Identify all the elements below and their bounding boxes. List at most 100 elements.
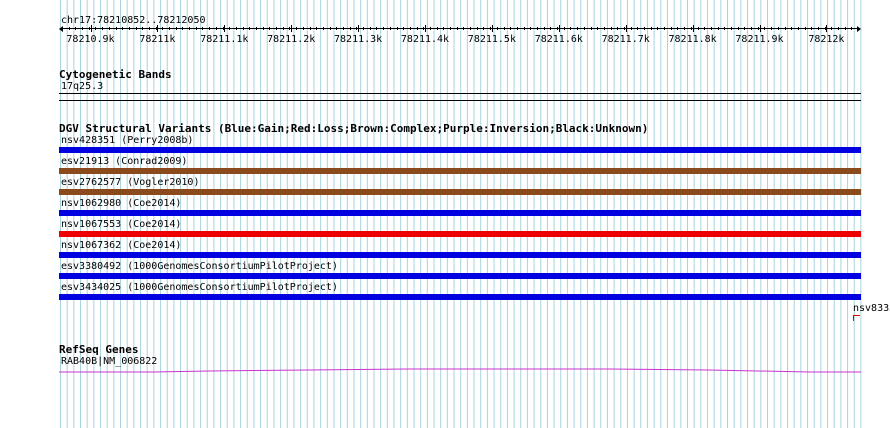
variant-bar[interactable] [59,231,861,237]
variant-bar[interactable] [59,210,861,216]
ruler-tick-label: 78212k [808,34,845,45]
ruler-minor-tick [597,27,599,30]
ruler-minor-tick [262,27,264,30]
cytoband-track-title[interactable]: Cytogenetic Bands [59,68,172,81]
variant-label[interactable]: nsv1067553 (Coe2014) [61,219,181,231]
variant-label[interactable]: esv2762577 (Vogler2010) [61,177,199,189]
ruler-minor-tick [443,27,445,30]
ruler-minor-tick [235,27,237,30]
ruler-minor-tick [496,27,498,30]
ruler-minor-tick [603,27,605,30]
ruler-minor-tick [684,27,686,30]
offscreen-variant-marker-cap [853,315,860,316]
variant-bar[interactable] [59,252,861,258]
ruler-minor-tick [122,27,124,30]
ruler-minor-tick [777,27,779,30]
variant-label[interactable]: esv21913 (Conrad2009) [61,156,187,168]
ruler-minor-tick [296,27,298,30]
ruler-minor-tick [677,27,679,30]
ruler-minor-tick [470,27,472,30]
ruler-minor-tick [249,27,251,30]
ruler-tick-label: 78210.9k [66,34,115,45]
ruler-minor-tick [811,27,813,30]
ruler-minor-tick [657,27,659,30]
ruler-minor-tick [516,27,518,30]
ruler-minor-tick [309,27,311,30]
ruler-tick-label: 78211.4k [400,34,450,45]
ruler-minor-tick [490,27,492,30]
ruler-minor-tick [704,27,706,30]
variant-label[interactable]: nsv1062980 (Coe2014) [61,198,181,210]
dgv-track-title[interactable]: DGV Structural Variants (Blue:Gain;Red:L… [59,122,648,135]
ruler-minor-tick [644,27,646,30]
ruler-minor-tick [804,27,806,30]
variant-label[interactable]: nsv1067362 (Coe2014) [61,240,181,252]
ruler-minor-tick [189,27,191,30]
variant-label[interactable]: esv3380492 (1000GenomesConsortiumPilotPr… [61,261,338,273]
ruler-minor-tick [530,27,532,30]
ruler-tick-label: 78211.8k [668,34,717,45]
ruler-minor-tick [142,27,144,30]
ruler-minor-tick [376,27,378,30]
ruler-minor-tick [731,27,732,30]
ruler-minor-tick [316,27,318,30]
ruler-minor-tick [229,27,231,30]
cytoband-upper-line[interactable] [59,93,861,94]
gene-model[interactable] [59,366,861,376]
ruler-minor-tick [617,27,619,30]
ruler-minor-tick [436,27,438,30]
ruler-minor-tick [463,27,465,30]
variant-bar[interactable] [59,273,861,279]
ruler-minor-tick [82,27,84,30]
ruler-minor-tick [108,27,110,30]
ruler-minor-tick [215,27,217,30]
ruler-minor-tick [403,27,405,30]
ruler-minor-tick [737,27,739,30]
gene-intron-line[interactable] [59,368,861,373]
ruler-minor-tick [523,27,525,30]
ruler-minor-tick [831,27,833,30]
ruler-minor-tick [510,27,512,30]
ruler-tick-label: 78211k [139,34,176,45]
refseq-track-title[interactable]: RefSeq Genes [59,343,138,356]
ruler-minor-tick [356,27,358,30]
ruler-minor-tick [222,27,224,30]
variant-bar[interactable] [59,294,861,300]
ruler-minor-tick [175,27,177,30]
ruler-minor-tick [650,27,652,30]
ruler-minor-tick [844,27,846,30]
ruler-minor-tick [637,27,639,30]
ruler-minor-tick [583,27,585,30]
cytoband-lower-line[interactable] [59,100,861,101]
ruler-minor-tick [717,27,719,30]
ruler-minor-tick [269,27,271,30]
variant-bar[interactable] [59,168,861,174]
variant-bar[interactable] [59,147,861,153]
variant-bar[interactable] [59,189,861,195]
ruler-tick [558,25,560,32]
ruler-minor-tick [409,27,411,30]
ruler-minor-tick [62,27,63,30]
ruler-minor-tick [322,27,324,30]
ruler-minor-tick [670,27,672,30]
ruler-minor-tick [389,27,391,30]
ruler-minor-tick [349,27,351,30]
ruler-minor-tick [577,27,579,30]
ruler-minor-tick [276,27,278,30]
offscreen-variant-label[interactable]: nsv8335 [853,303,890,315]
variant-label[interactable]: nsv428351 (Perry2008b) [61,135,193,147]
ruler-minor-tick [623,27,625,30]
ruler-right-arrow-icon[interactable] [857,26,861,32]
ruler-minor-tick [329,27,331,30]
ruler-minor-tick [590,27,592,30]
ruler-tick [224,25,226,32]
ruler-minor-tick [162,27,164,30]
ruler-minor-tick [135,27,137,30]
ruler-minor-tick [744,27,746,30]
ruler-minor-tick [242,27,244,30]
ruler-minor-tick [75,27,77,30]
ruler-minor-tick [342,27,344,30]
ruler-minor-tick [148,27,150,30]
ruler-minor-tick [550,27,552,30]
variant-label[interactable]: esv3434025 (1000GenomesConsortiumPilotPr… [61,282,338,294]
